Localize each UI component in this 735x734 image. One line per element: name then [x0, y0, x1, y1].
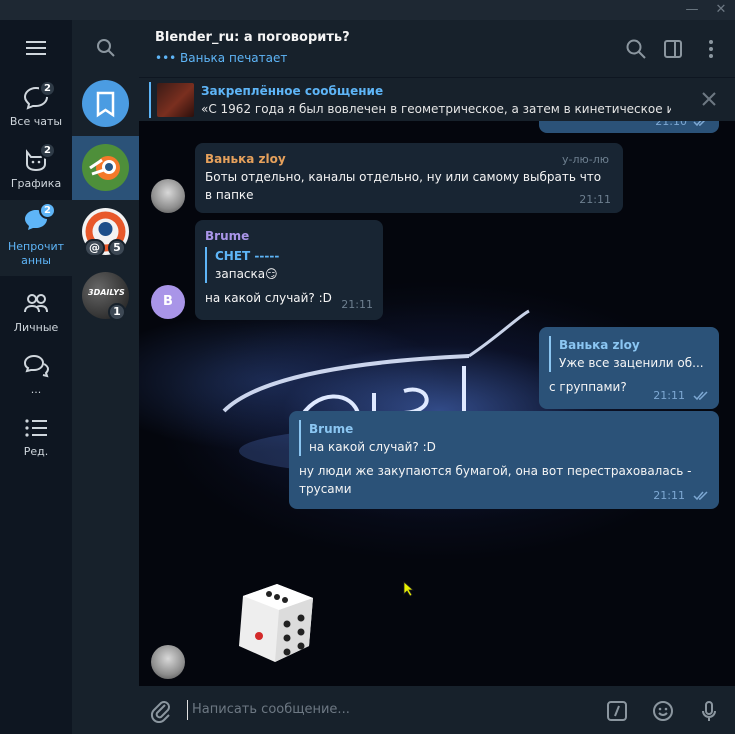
message-text: Боты отдельно, каналы отдельно, ну или с…	[205, 170, 602, 202]
chat-item-channel[interactable]: @ 5	[72, 200, 139, 264]
message-time: 21:11	[653, 389, 685, 402]
folder-badge: 2	[39, 202, 56, 219]
blender-logo-icon	[82, 144, 129, 191]
reply-text: Уже все заценили об...	[559, 356, 704, 370]
reply-quote[interactable]: Brume на какой случай? :D	[299, 420, 709, 456]
message-bubble[interactable]: Ванька zloy у-лю-лю Боты отдельно, канал…	[195, 143, 623, 213]
read-ticks-icon	[693, 121, 706, 127]
folder-label: Графика	[10, 177, 62, 190]
chat-header: Blender_ru: а поговорить? ••• Ванька печ…	[139, 20, 735, 76]
chat-main: Blender_ru: а поговорить? ••• Ванька печ…	[139, 20, 735, 734]
message-time: 21:11	[579, 193, 611, 206]
reply-quote[interactable]: Ванька zloy Уже все заценили об...	[549, 336, 709, 372]
message-bubble[interactable]: Brume CHET ----- запаска😏 на какой случа…	[195, 220, 383, 320]
menu-icon[interactable]	[26, 40, 46, 56]
chats-icon	[23, 354, 50, 378]
read-ticks-icon	[693, 391, 708, 401]
reply-text: запаска😏	[215, 267, 278, 281]
folder-label: Все чаты	[9, 115, 63, 128]
folder-badge: 2	[39, 142, 56, 159]
reply-quote[interactable]: CHET ----- запаска😏	[205, 247, 373, 283]
emoji-icon[interactable]	[651, 699, 675, 723]
reply-author: Ванька zloy	[559, 338, 640, 352]
message-bubble-outgoing[interactable]: Ванька zloy Уже все заценили об... с гру…	[539, 327, 719, 409]
mouse-cursor-icon	[403, 581, 415, 597]
message-input[interactable]: Написать сообщение...	[187, 700, 587, 720]
pinned-text: «С 1962 года я был вовлечен в геометриче…	[201, 102, 671, 116]
folders-sidebar: 2 Все чаты 2 Графика 2 Непрочит анны Личн…	[0, 20, 72, 734]
pinned-title: Закреплённое сообщение	[201, 84, 384, 98]
typing-status: ••• Ванька печатает	[155, 51, 288, 65]
message-area[interactable]: 21:10 Ванька zloy у-лю-лю Боты отдельно,…	[139, 121, 735, 686]
folder-unread[interactable]: 2 Непрочит анны	[0, 200, 72, 276]
chat-title[interactable]: Blender_ru: а поговорить?	[155, 30, 350, 45]
message-bubble-outgoing[interactable]: Brume на какой случай? :D ну люди же зак…	[289, 411, 719, 509]
3dailys-logo-text: 3DAILYS	[88, 288, 125, 297]
microphone-icon[interactable]	[697, 699, 721, 723]
reply-author: Brume	[309, 422, 354, 436]
more-vertical-icon[interactable]	[700, 38, 722, 60]
attach-icon[interactable]	[149, 699, 173, 724]
chat-list: @ 5 3DAILYS 1	[72, 20, 139, 734]
chat-item-blender-ru[interactable]	[72, 136, 139, 200]
reply-author: CHET -----	[215, 249, 280, 263]
message-composer: Написать сообщение...	[139, 686, 735, 734]
read-ticks-icon	[693, 491, 708, 501]
message-time: 21:11	[341, 298, 373, 311]
pinned-accent-bar	[149, 82, 151, 118]
unread-badge: 1	[108, 303, 126, 321]
avatar[interactable]	[151, 645, 185, 679]
chat-item-saved[interactable]	[72, 72, 139, 136]
folder-label: ...	[30, 383, 42, 396]
pinned-thumbnail	[157, 83, 194, 117]
message-signature: у-лю-лю	[561, 153, 609, 166]
message-author[interactable]: Brume	[205, 227, 373, 245]
folder-label: Ред.	[23, 445, 49, 458]
folder-graphics[interactable]: 2 Графика	[0, 140, 72, 202]
message-time: 21:11	[653, 489, 685, 502]
folder-more[interactable]: ...	[0, 346, 72, 408]
list-icon	[25, 419, 47, 437]
message-bubble-partial[interactable]: 21:10	[539, 121, 719, 133]
bookmark-icon	[82, 80, 129, 127]
close-window-button[interactable]: ✕	[713, 2, 729, 18]
search-icon[interactable]	[625, 38, 647, 60]
folder-edit[interactable]: Ред.	[0, 408, 72, 470]
avatar[interactable]: B	[151, 285, 185, 319]
chat-item-3dailys[interactable]: 3DAILYS 1	[72, 264, 139, 328]
message-text: ну люди же закупаются бумагой, она вот п…	[299, 464, 692, 496]
pinned-message-bar[interactable]: Закреплённое сообщение «С 1962 года я бы…	[139, 77, 735, 121]
close-icon[interactable]	[699, 89, 719, 109]
window-titlebar: — ✕	[0, 0, 735, 20]
folder-badge: 2	[39, 80, 56, 97]
message-text: с группами?	[549, 380, 627, 394]
folder-personal[interactable]: Личные	[0, 284, 72, 346]
people-icon	[24, 294, 48, 313]
search-icon[interactable]	[96, 38, 116, 58]
avatar[interactable]	[151, 179, 185, 213]
folder-label: Личные	[13, 321, 59, 334]
reply-text: на какой случай? :D	[309, 440, 436, 454]
folder-all-chats[interactable]: 2 Все чаты	[0, 78, 72, 140]
message-author[interactable]: Ванька zloy	[205, 150, 613, 168]
minimize-button[interactable]: —	[684, 2, 700, 18]
message-time: 21:10	[655, 121, 687, 128]
dice-icon[interactable]	[229, 576, 321, 668]
sidebar-toggle-icon[interactable]	[662, 38, 684, 60]
unread-badge: 5	[108, 239, 126, 257]
folder-label: Непрочит анны	[8, 240, 64, 267]
bot-commands-icon[interactable]	[605, 699, 629, 723]
mention-badge: @	[84, 239, 105, 257]
